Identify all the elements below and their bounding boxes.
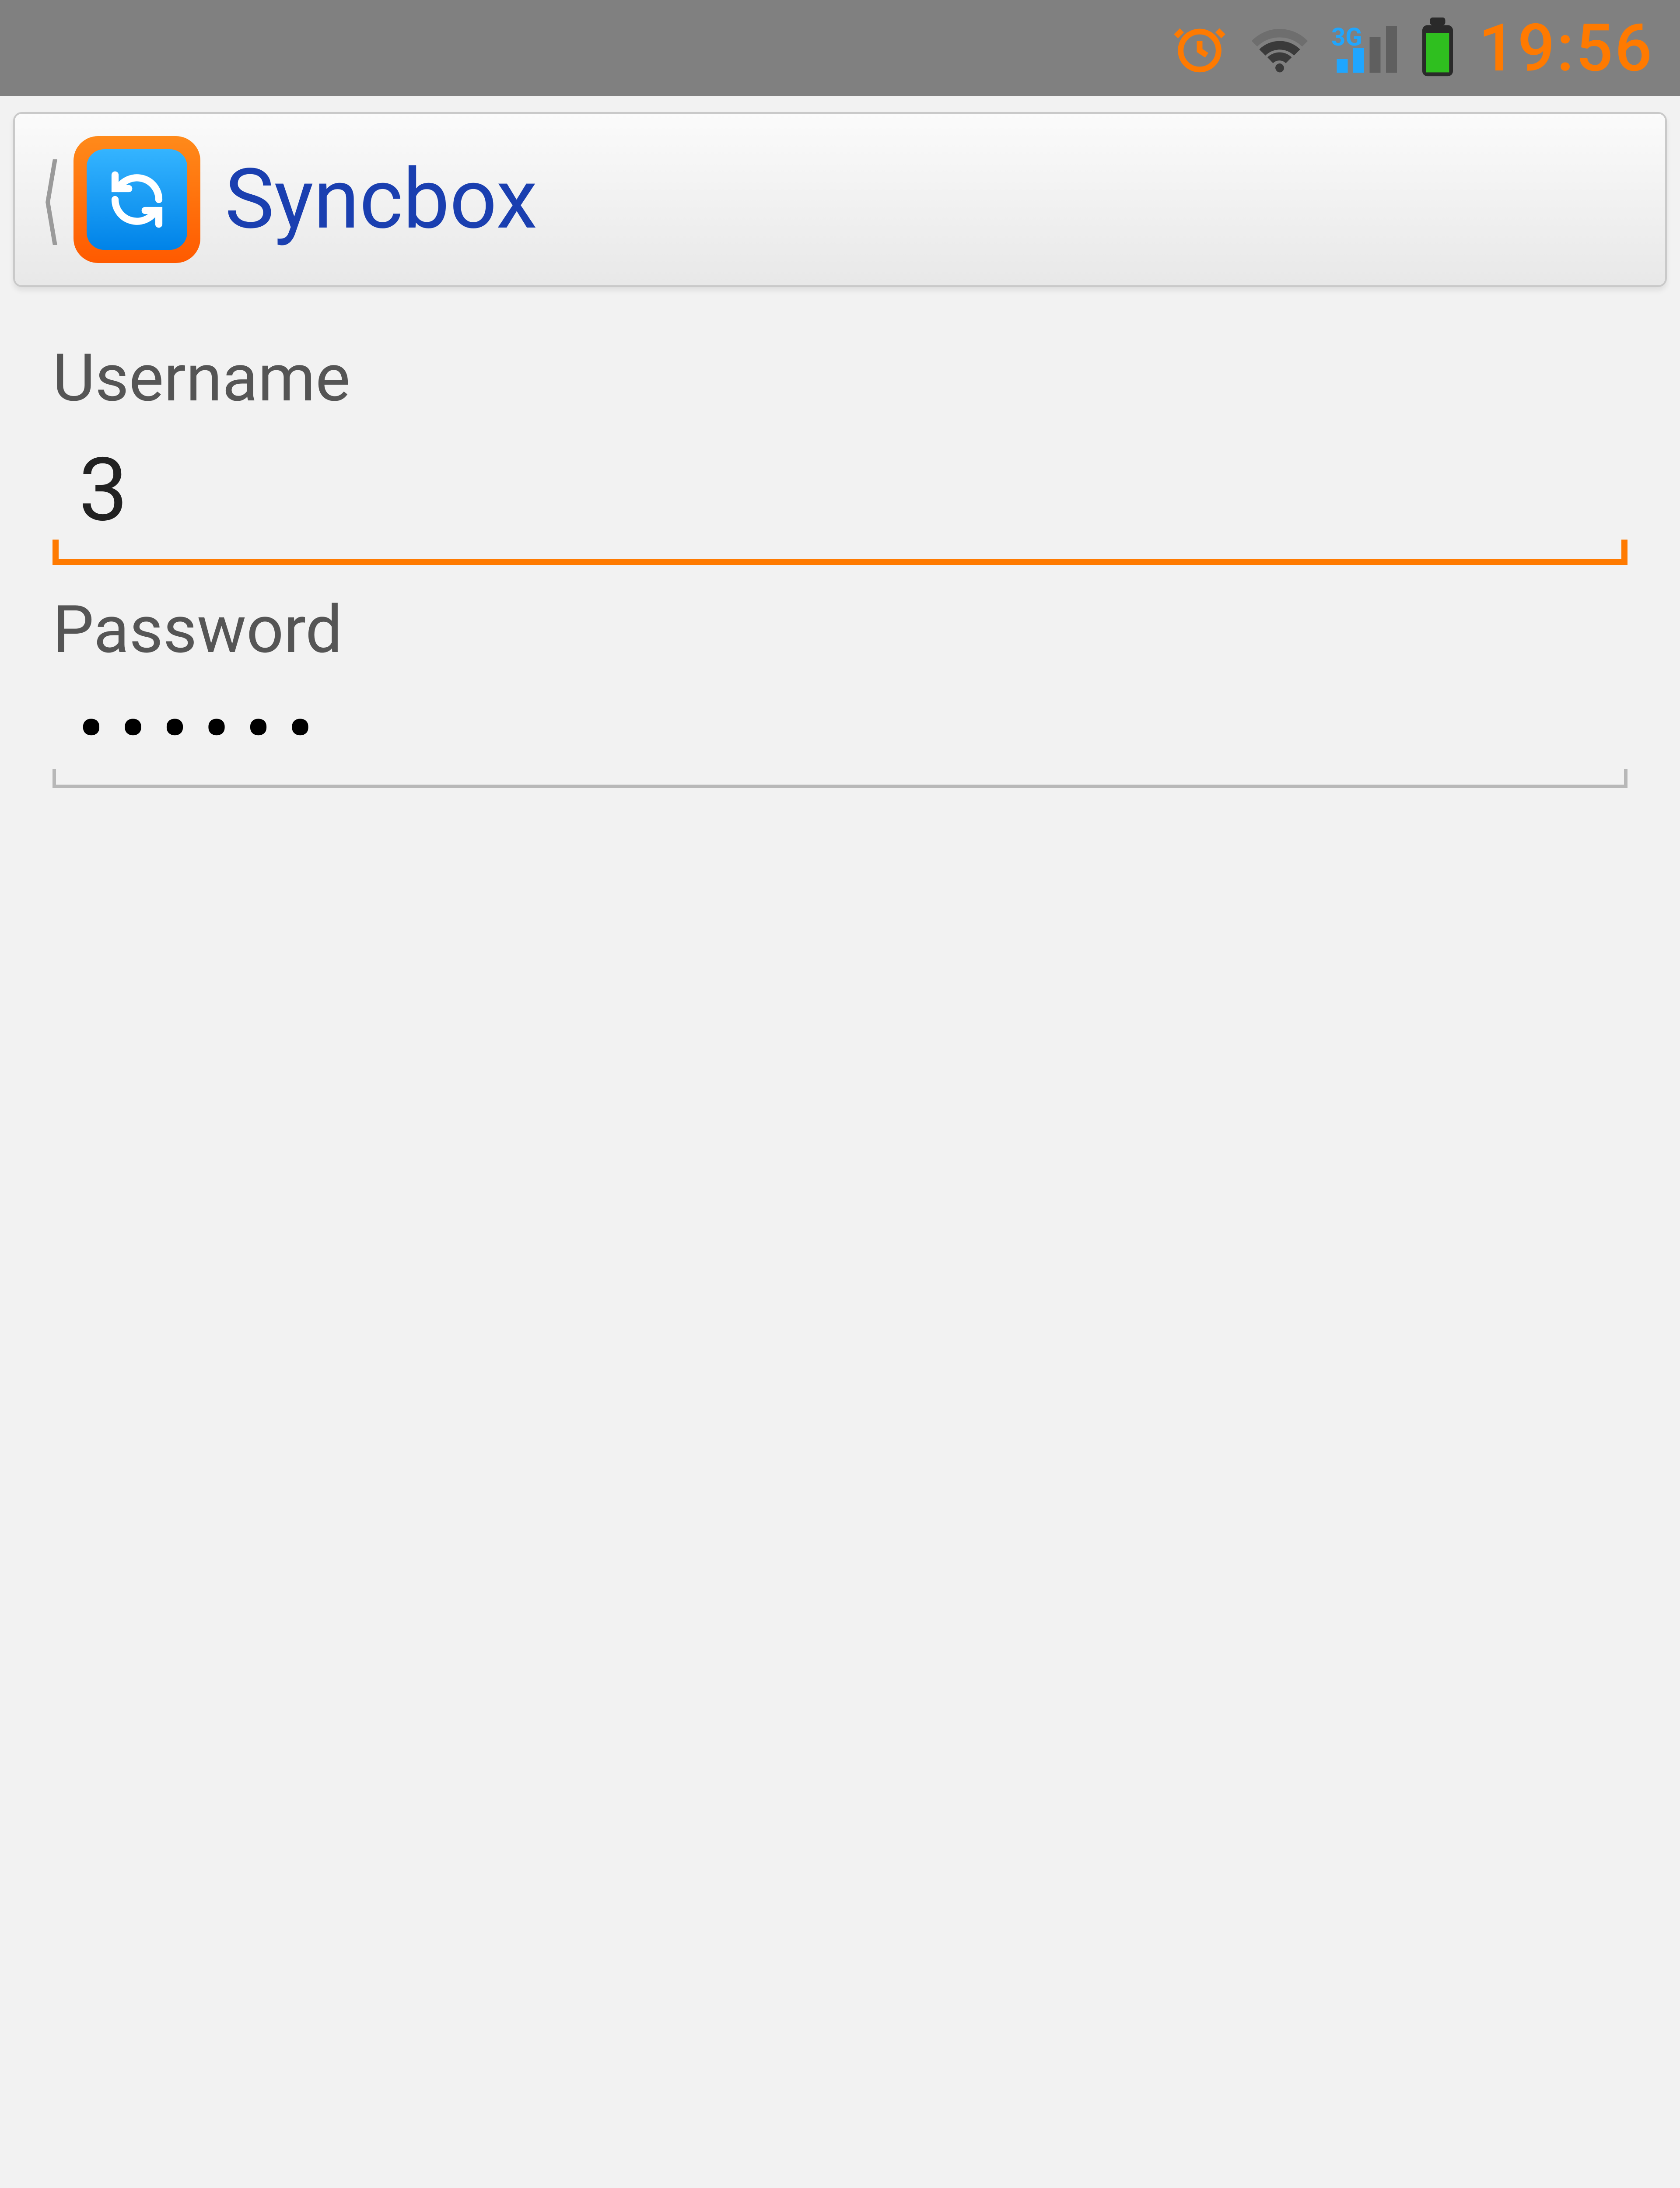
password-input[interactable] bbox=[79, 690, 1601, 767]
app-title: Syncbox bbox=[225, 151, 537, 248]
back-icon[interactable]: ⟨ bbox=[41, 151, 61, 248]
status-time: 19:56 bbox=[1478, 10, 1654, 87]
username-field-wrap[interactable] bbox=[52, 425, 1628, 565]
app-bar: ⟨ Syncbox bbox=[13, 112, 1667, 287]
password-field-wrap[interactable] bbox=[52, 677, 1628, 788]
login-form: Username Password bbox=[0, 287, 1680, 788]
username-label: Username bbox=[52, 340, 1628, 417]
battery-icon bbox=[1418, 18, 1457, 79]
wifi-icon bbox=[1249, 20, 1310, 77]
alarm-icon bbox=[1171, 20, 1228, 77]
app-icon[interactable] bbox=[74, 136, 200, 263]
username-input[interactable] bbox=[79, 438, 1601, 541]
3g-signal-icon: 3G bbox=[1331, 20, 1397, 77]
password-label: Password bbox=[52, 591, 1628, 668]
svg-text:3G: 3G bbox=[1331, 23, 1362, 52]
status-bar: 3G 19:56 bbox=[0, 0, 1680, 96]
sync-icon bbox=[87, 149, 187, 250]
